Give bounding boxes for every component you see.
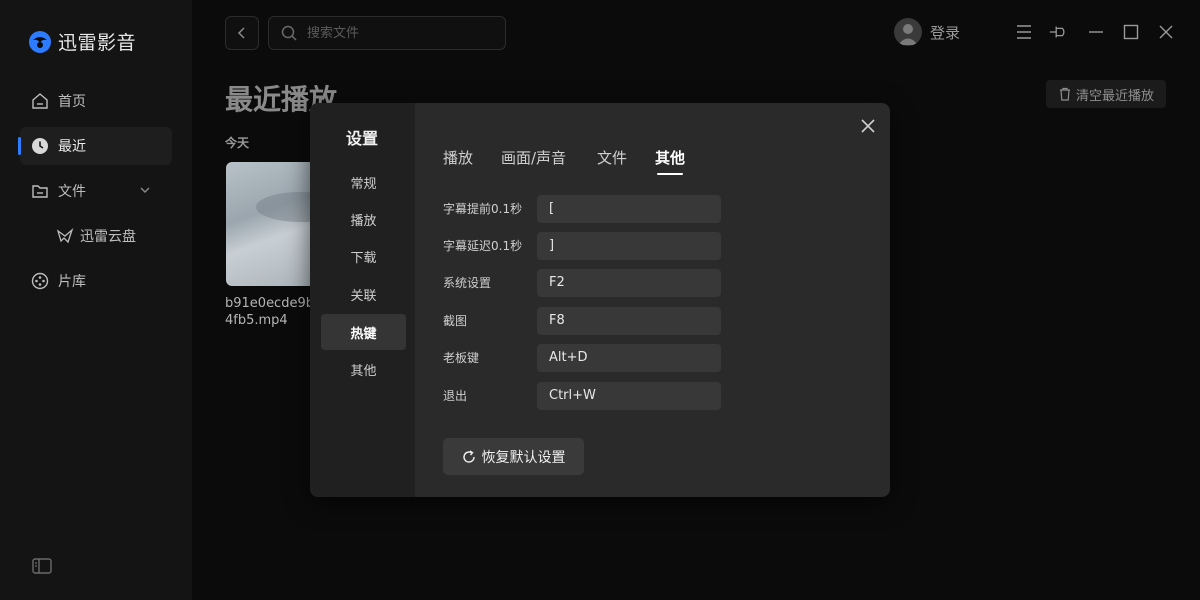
home-icon [30,91,50,111]
menu-icon[interactable] [1014,22,1034,42]
active-tab-indicator [657,173,683,175]
sidebar-item-files[interactable]: 文件 [20,172,172,210]
avatar [894,18,922,46]
back-button[interactable] [225,16,259,50]
settings-nav-general[interactable]: 常规 [321,164,406,200]
settings-nav-hotkeys[interactable]: 热键 [321,314,406,350]
sidebar-item-library[interactable]: 片库 [20,262,172,300]
app-name: 迅雷影音 [58,32,137,54]
sidebar-subitem-cloud[interactable]: 迅雷云盘 [56,226,136,246]
trash-icon [1058,87,1072,101]
tab-video-audio[interactable]: 画面/声音 [501,147,566,168]
settings-nav-association[interactable]: 关联 [321,276,406,312]
clock-icon [30,136,50,156]
hotkey-input[interactable]: Ctrl+W [537,382,721,410]
sidebar-item-label: 首页 [58,94,86,110]
clear-recent-label: 清空最近播放 [1075,88,1154,104]
app-logo: 迅雷影音 [28,28,136,55]
chevron-down-icon[interactable] [138,183,152,201]
sidebar-item-recent[interactable]: 最近 [18,127,172,165]
settings-nav-playback[interactable]: 播放 [321,201,406,237]
film-reel-icon [30,271,50,291]
settings-dialog: 设置 常规 播放 下载 关联 热键 其他 播放 画面/声音 文件 其他 字幕提前… [310,103,890,497]
dialog-close-button[interactable] [857,115,879,137]
sidebar-subitem-label: 迅雷云盘 [80,229,136,245]
hotkey-label: 老板键 [443,351,480,365]
close-icon [861,119,875,133]
tab-other[interactable]: 其他 [655,147,685,168]
restore-defaults-button[interactable]: 恢复默认设置 [443,438,584,475]
hotkey-input[interactable]: ] [537,232,721,260]
sidebar-toggle-icon[interactable] [32,557,52,579]
settings-nav-other[interactable]: 其他 [321,351,406,387]
settings-title: 设置 [346,129,379,148]
minimize-icon[interactable] [1086,22,1106,42]
section-label: 今天 [225,136,250,150]
folder-icon [30,181,50,201]
video-thumbnail[interactable] [226,162,316,286]
file-name-line1: b91e0ecde9b [225,296,314,311]
sidebar: 迅雷影音 首页 最近 文件 迅雷云盘 片库 [0,0,192,600]
search-icon [281,25,297,41]
hotkey-label: 字幕延迟0.1秒 [443,239,523,253]
search-input[interactable] [305,24,489,42]
search-box[interactable] [268,16,506,50]
hotkey-label: 系统设置 [443,276,492,290]
hotkey-input[interactable]: Alt+D [537,344,721,372]
sidebar-item-label: 片库 [58,274,86,290]
login-label[interactable]: 登录 [930,22,960,43]
pin-icon[interactable] [1048,22,1068,42]
file-name-line2: 4fb5.mp4 [225,313,288,328]
hotkey-input[interactable]: F8 [537,307,721,335]
hotkey-label: 字幕提前0.1秒 [443,202,523,216]
window-close-icon[interactable] [1156,22,1176,42]
settings-nav-download[interactable]: 下载 [321,238,406,274]
chevron-left-icon [237,27,245,39]
sidebar-item-label: 最近 [58,139,86,155]
hotkey-label: 截图 [443,314,468,328]
tab-files[interactable]: 文件 [597,147,627,168]
file-name[interactable]: b91e0ecde9b 4fb5.mp4 [225,295,315,329]
active-indicator [18,137,21,155]
tab-playback[interactable]: 播放 [443,147,473,168]
hotkey-input[interactable]: [ [537,195,721,223]
clear-recent-button[interactable]: 清空最近播放 [1046,80,1166,108]
refresh-icon [462,449,476,464]
restore-defaults-label: 恢复默认设置 [481,449,566,466]
maximize-icon[interactable] [1121,22,1141,42]
hotkey-input[interactable]: F2 [537,269,721,297]
xunlei-logo-icon [29,30,51,53]
thumbnail-image [256,192,316,222]
hotkey-label: 退出 [443,389,468,403]
sidebar-item-label: 文件 [58,184,86,200]
cloud-bird-icon [56,227,74,245]
settings-sidebar: 设置 常规 播放 下载 关联 热键 其他 [310,103,415,497]
sidebar-item-home[interactable]: 首页 [20,82,172,120]
login-area[interactable]: 登录 [894,18,960,46]
